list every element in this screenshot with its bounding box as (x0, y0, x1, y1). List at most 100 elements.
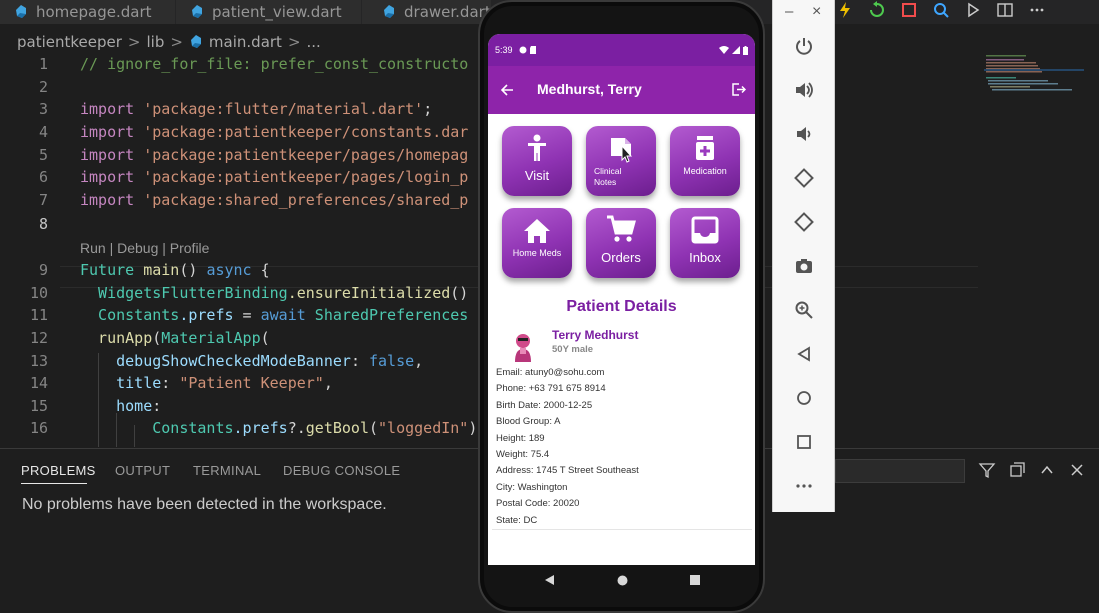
lightning-icon[interactable] (836, 1, 854, 19)
code-string: 'package:flutter/material.dart' (143, 100, 424, 119)
detail-address: Address: 1745 T Street Southeast (496, 465, 639, 477)
detail-state: State: DC (496, 514, 538, 526)
active-tab-indicator (21, 483, 87, 484)
line-number: 15 (29, 396, 48, 415)
breadcrumb-project[interactable]: patientkeeper (17, 33, 122, 51)
tab-patient-view[interactable]: patient_view.dart (176, 0, 362, 24)
tile-orders[interactable]: Orders (586, 208, 656, 278)
more-actions-icon[interactable] (1028, 1, 1046, 19)
code-type: Constants (80, 419, 234, 438)
breadcrumb-sep: > (287, 33, 301, 51)
breadcrumb-more[interactable]: ... (307, 33, 321, 51)
patient-details-title: Patient Details (566, 298, 677, 315)
line-number: 9 (38, 261, 48, 280)
notification-icon (519, 46, 527, 54)
code-keyword: await (260, 306, 306, 325)
detail-birth-date: Birth Date: 2000-12-25 (496, 399, 593, 411)
tile-inbox[interactable]: Inbox (670, 208, 740, 278)
back-button[interactable] (792, 342, 816, 366)
devtools-search-icon[interactable] (932, 1, 950, 19)
volume-up-button[interactable] (792, 78, 816, 102)
tab-output[interactable]: OUTPUT (115, 463, 170, 478)
tile-home-meds[interactable]: Home Meds (502, 208, 572, 278)
more-button[interactable] (792, 474, 816, 498)
tab-problems[interactable]: PROBLEMS (21, 463, 96, 478)
zoom-icon (795, 301, 813, 319)
rotate-right-icon (794, 212, 814, 232)
tile-visit[interactable]: Visit (502, 126, 572, 196)
code-punct: , (323, 374, 333, 393)
code-string: "loggedIn" (378, 419, 469, 438)
close-button[interactable]: × (812, 3, 821, 21)
code-var: .prefs (233, 419, 288, 438)
code-keyword: false (369, 351, 415, 370)
code-type: Future (80, 261, 135, 280)
rotate-left-icon (794, 168, 814, 188)
breadcrumb-file[interactable]: main.dart (209, 33, 282, 51)
overview-button[interactable] (792, 430, 816, 454)
minimap[interactable] (980, 53, 1090, 113)
code-keyword: import (80, 123, 135, 142)
breadcrumb-sep: > (170, 33, 183, 51)
close-panel-icon[interactable] (1068, 461, 1086, 479)
line-number: 6 (38, 168, 48, 187)
volume-up-icon (796, 82, 813, 98)
rotate-left-button[interactable] (792, 166, 816, 190)
tile-label: Orders (601, 250, 641, 265)
power-icon (796, 38, 812, 55)
nav-home-icon[interactable] (617, 575, 628, 586)
restart-icon[interactable] (868, 1, 886, 19)
filter-icon[interactable] (978, 461, 996, 479)
app-bar-title: Medhurst, Terry (537, 81, 642, 97)
logout-icon[interactable] (731, 82, 746, 97)
tile-clinical-notes[interactable]: Clinical Notes (586, 126, 656, 196)
code-punct: () (179, 261, 207, 280)
zoom-button[interactable] (792, 298, 816, 322)
code-var: debugShowCheckedModeBanner (80, 351, 351, 370)
tab-homepage[interactable]: homepage.dart (0, 0, 176, 24)
code-punct: : (350, 351, 369, 370)
tab-drawer[interactable]: drawer.dart (362, 0, 492, 24)
code-string: 'package:patientkeeper/pages/homepag (143, 145, 469, 164)
code-fn: .ensureInitialized (287, 283, 451, 302)
code-var: .prefs (179, 306, 234, 325)
minimize-button[interactable]: – (785, 3, 793, 20)
tile-label: Medication (683, 166, 727, 176)
code-keyword: import (80, 100, 135, 119)
line-number: 14 (29, 374, 48, 393)
breadcrumb-folder[interactable]: lib (146, 33, 164, 51)
code-punct: ; (423, 100, 433, 119)
code-type: MaterialApp (161, 329, 261, 348)
code-fn: runApp (80, 329, 153, 348)
rotate-right-button[interactable] (792, 210, 816, 234)
problems-filter-input[interactable] (835, 459, 965, 483)
tab-terminal[interactable]: TERMINAL (193, 463, 261, 478)
camera-icon (796, 259, 812, 273)
code-fn: main (134, 261, 180, 280)
home-icon (797, 391, 811, 405)
emulator-toolbar: – × (772, 0, 835, 512)
tab-label: homepage.dart (36, 3, 152, 21)
code-keyword: import (80, 145, 135, 164)
tab-debug-console[interactable]: DEBUG CONSOLE (283, 463, 400, 478)
home-button[interactable] (792, 386, 816, 410)
split-editor-icon[interactable] (996, 1, 1014, 19)
maximize-panel-icon[interactable] (1038, 461, 1056, 479)
line-number: 4 (38, 123, 48, 142)
arrow-back-icon[interactable] (500, 83, 514, 97)
code-punct: () (450, 283, 469, 302)
collapse-all-icon[interactable] (1008, 461, 1026, 479)
detail-height: Height: 189 (496, 432, 545, 444)
volume-down-button[interactable] (792, 122, 816, 146)
codelens-run-debug-profile[interactable]: Run | Debug | Profile (80, 240, 209, 256)
power-button[interactable] (792, 34, 816, 58)
run-icon[interactable] (964, 1, 982, 19)
screenshot-button[interactable] (792, 254, 816, 278)
shopping-cart-icon (607, 215, 636, 242)
tile-medication[interactable]: Medication (670, 126, 740, 196)
nav-recents-icon[interactable] (690, 575, 700, 585)
stop-icon[interactable] (900, 1, 918, 19)
nav-back-icon[interactable] (543, 574, 555, 586)
tile-label: Visit (524, 168, 550, 183)
code-string: 'package:patientkeeper/constants.dar (143, 123, 469, 142)
